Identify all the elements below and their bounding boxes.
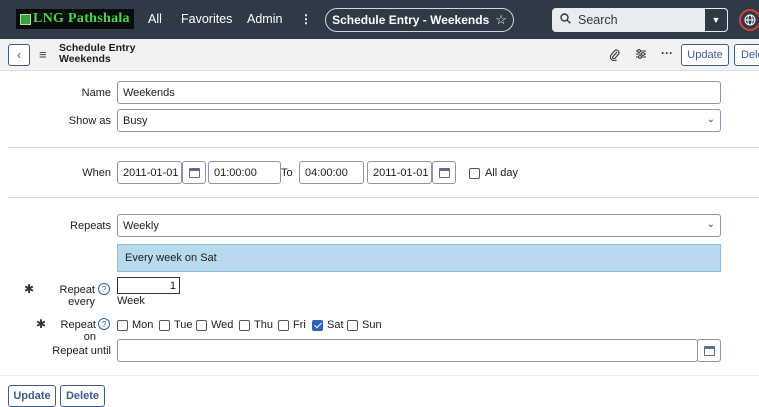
search-input[interactable]: Search — [578, 13, 704, 27]
logo-icon — [20, 13, 31, 25]
repeat-every-label: Repeat every — [59, 284, 95, 308]
required-icon: ✱ — [36, 317, 47, 331]
repeats-select[interactable]: Weekly ⌄ — [117, 214, 721, 237]
name-label: Name — [81, 87, 111, 99]
start-time-field[interactable]: 01:00:00 — [208, 161, 281, 184]
section-divider — [8, 147, 759, 148]
update-button[interactable]: Update — [681, 44, 729, 66]
back-icon: ‹ — [17, 48, 21, 62]
show-as-label: Show as — [68, 115, 111, 127]
repeat-every-field[interactable]: 1 — [117, 277, 180, 294]
repeats-value: Weekly — [123, 219, 159, 232]
day-checkbox-mon[interactable] — [117, 320, 128, 331]
logo[interactable]: LNG Pathshala — [16, 9, 134, 29]
help-icon[interactable]: ? — [98, 283, 110, 295]
end-date-calendar-button[interactable] — [432, 161, 456, 184]
day-label-tue: Tue — [174, 319, 193, 331]
top-navigation: LNG Pathshala All Favorites Admin ⋮ Sche… — [0, 0, 759, 39]
chevron-down-icon: ⌄ — [706, 219, 715, 230]
menu-icon[interactable]: ≡ — [39, 47, 47, 62]
day-checkbox-sun[interactable] — [347, 320, 358, 331]
when-label: When — [82, 167, 111, 179]
repeats-label: Repeats — [70, 220, 111, 232]
day-checkbox-fri[interactable] — [278, 320, 289, 331]
repeat-every-unit: Week — [117, 295, 145, 307]
repeat-summary: Every week on Sat — [117, 244, 721, 272]
repeat-until-label: Repeat until — [52, 345, 111, 357]
day-checkbox-wed[interactable] — [196, 320, 207, 331]
to-label: To — [281, 167, 293, 179]
back-button[interactable]: ‹ — [8, 44, 30, 66]
global-search[interactable]: Search ▼ — [552, 8, 728, 32]
all-day-label: All day — [485, 167, 519, 179]
show-as-select[interactable]: Busy ⌄ — [117, 109, 721, 132]
record-title: Schedule Entry - Weekends — [332, 13, 490, 27]
start-date-field[interactable]: 2011-01-01 — [117, 161, 182, 184]
settings-icon[interactable] — [635, 48, 647, 63]
start-date-calendar-button[interactable] — [182, 161, 206, 184]
delete-button[interactable]: Dele — [734, 44, 759, 66]
repeat-until-calendar-button[interactable] — [697, 339, 721, 362]
more-icon[interactable]: ··· — [661, 46, 673, 60]
footer-update-button[interactable]: Update — [8, 385, 56, 407]
show-as-value: Busy — [123, 114, 148, 127]
day-label-mon: Mon — [132, 319, 154, 331]
day-label-sun: Sun — [362, 319, 382, 331]
calendar-icon — [438, 167, 450, 178]
calendar-icon — [188, 167, 200, 178]
name-field[interactable]: Weekends — [117, 81, 721, 104]
all-day-checkbox[interactable] — [469, 168, 480, 179]
more-menu-icon[interactable]: ⋮ — [300, 12, 312, 26]
record-title-pill[interactable]: Schedule Entry - Weekends ☆ — [325, 8, 514, 32]
section-divider — [8, 197, 759, 198]
form-footer — [0, 375, 759, 407]
day-checkbox-sat[interactable] — [312, 320, 323, 331]
page-title: Schedule Entry Weekends — [59, 42, 136, 65]
end-date-field[interactable]: 2011-01-01 — [367, 161, 432, 184]
day-label-sat: Sat — [327, 319, 344, 331]
day-label-wed: Wed — [211, 319, 234, 331]
day-label-thu: Thu — [254, 319, 273, 331]
chevron-down-icon: ⌄ — [706, 114, 715, 125]
globe-icon[interactable] — [739, 9, 759, 31]
calendar-icon — [703, 345, 715, 356]
help-icon[interactable]: ? — [98, 318, 110, 330]
form-header: ‹ ≡ Schedule Entry Weekends ··· Update D… — [0, 39, 759, 71]
day-label-fri: Fri — [293, 319, 306, 331]
search-icon — [552, 13, 578, 27]
repeat-on-label: Repeat on — [60, 319, 96, 343]
star-icon[interactable]: ☆ — [495, 12, 507, 28]
chevron-down-icon[interactable]: ▼ — [704, 8, 728, 32]
logo-text: LNG Pathshala — [33, 11, 130, 26]
day-checkbox-thu[interactable] — [239, 320, 250, 331]
end-time-field[interactable]: 04:00:00 — [299, 161, 364, 184]
nav-all[interactable]: All — [148, 12, 162, 26]
day-checkbox-tue[interactable] — [159, 320, 170, 331]
repeat-until-field[interactable] — [117, 339, 698, 362]
nav-favorites[interactable]: Favorites — [181, 12, 232, 26]
nav-admin[interactable]: Admin — [247, 12, 282, 26]
required-icon: ✱ — [24, 282, 35, 296]
footer-delete-button[interactable]: Delete — [60, 385, 105, 407]
attachment-icon[interactable] — [609, 48, 620, 64]
